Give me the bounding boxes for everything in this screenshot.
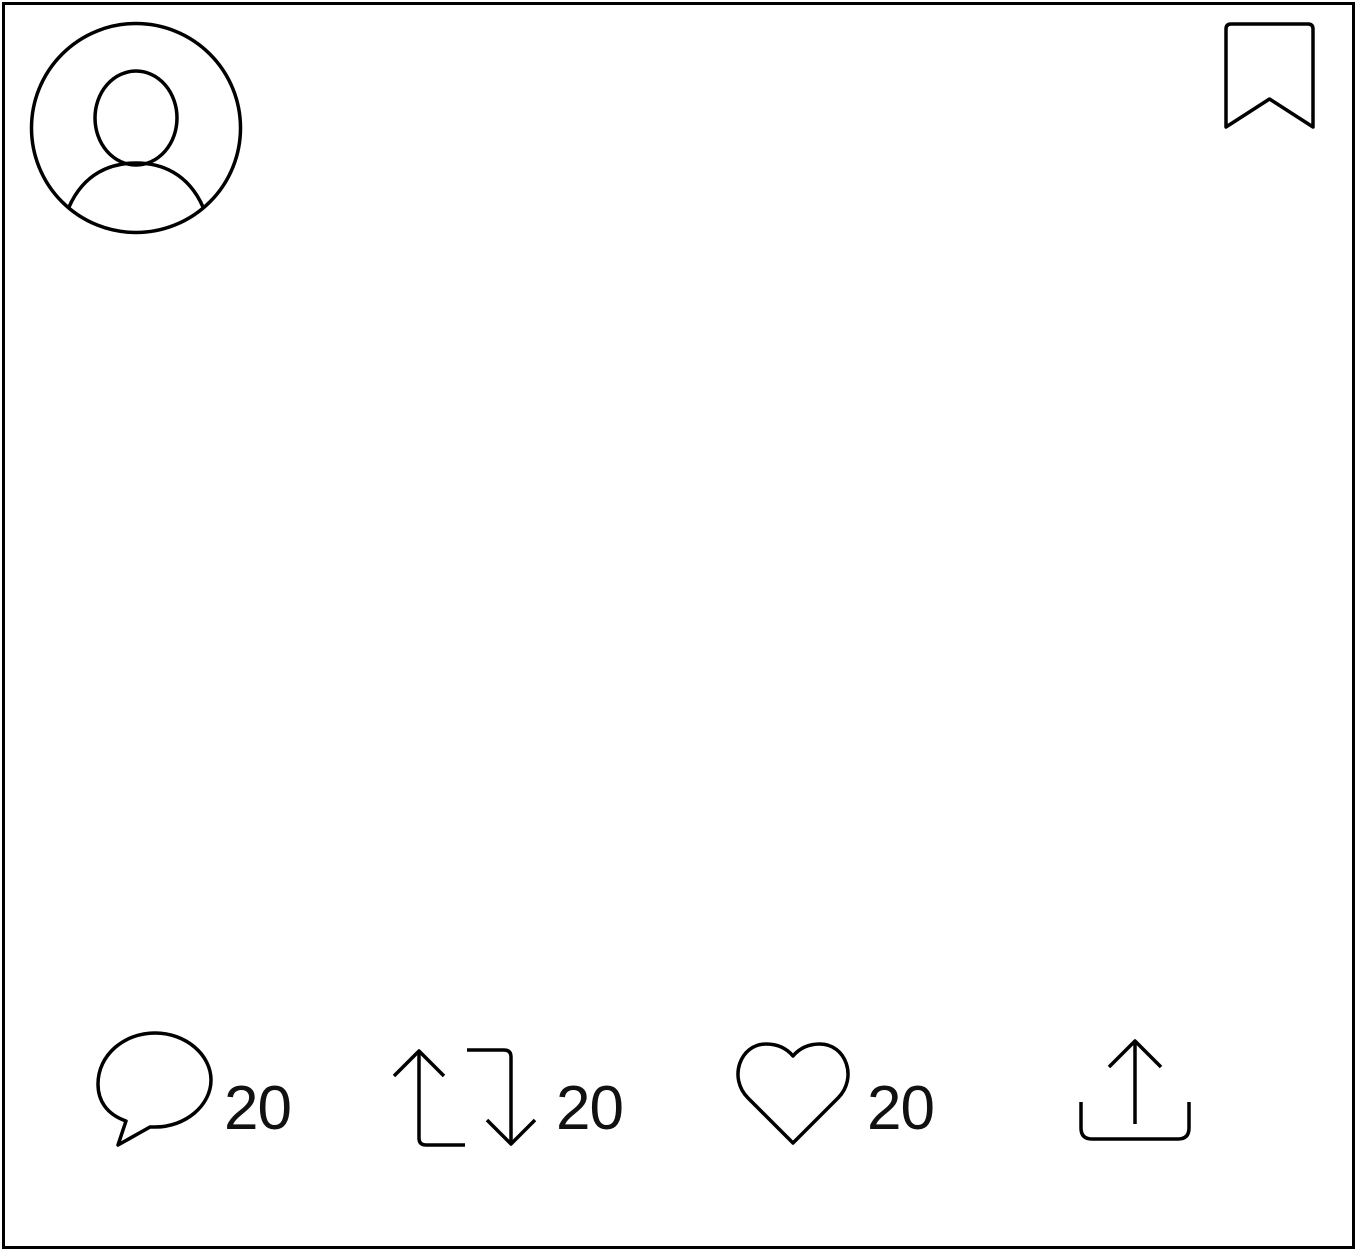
like-count: 20 <box>867 1074 935 1143</box>
repost-count: 20 <box>556 1074 624 1143</box>
repost-arrows-icon[interactable] <box>391 1046 541 1150</box>
speech-bubble-icon[interactable] <box>96 1030 216 1150</box>
user-avatar-icon[interactable] <box>29 21 243 235</box>
bookmark-icon[interactable] <box>1222 20 1317 132</box>
upload-share-icon[interactable] <box>1077 1036 1195 1142</box>
heart-icon[interactable] <box>736 1040 850 1148</box>
comment-count: 20 <box>224 1074 292 1143</box>
